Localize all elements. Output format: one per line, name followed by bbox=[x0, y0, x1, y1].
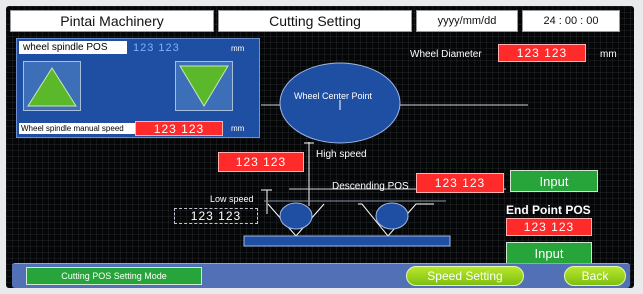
cutting-pos-mode-button[interactable]: Cutting POS Setting Mode bbox=[26, 267, 202, 285]
descending-pos-input[interactable]: 123 123 bbox=[416, 173, 504, 193]
wheel-center-label: Wheel Center Point bbox=[294, 91, 373, 101]
workpiece-left bbox=[279, 202, 313, 230]
low-speed-label: Low speed bbox=[210, 194, 254, 204]
high-speed-label: High speed bbox=[316, 149, 367, 160]
back-button[interactable]: Back bbox=[564, 266, 626, 286]
descending-pos-label: Descending POS bbox=[332, 181, 409, 192]
descending-input-button[interactable]: Input bbox=[510, 170, 598, 192]
end-point-pos-input[interactable]: 123 123 bbox=[506, 218, 592, 236]
machine-base bbox=[243, 235, 451, 247]
bottom-bar: Cutting POS Setting Mode Speed Setting B… bbox=[12, 263, 630, 288]
workpiece-right bbox=[375, 202, 409, 230]
end-point-input-button[interactable]: Input bbox=[506, 242, 592, 264]
hmi-screen: Pintai Machinery Cutting Setting yyyy/mm… bbox=[6, 6, 634, 288]
low-speed-input[interactable]: 123 123 bbox=[174, 208, 258, 224]
end-point-pos-label: End Point POS bbox=[506, 203, 591, 217]
high-speed-input[interactable]: 123 123 bbox=[218, 152, 304, 172]
speed-setting-button[interactable]: Speed Setting bbox=[406, 266, 524, 286]
